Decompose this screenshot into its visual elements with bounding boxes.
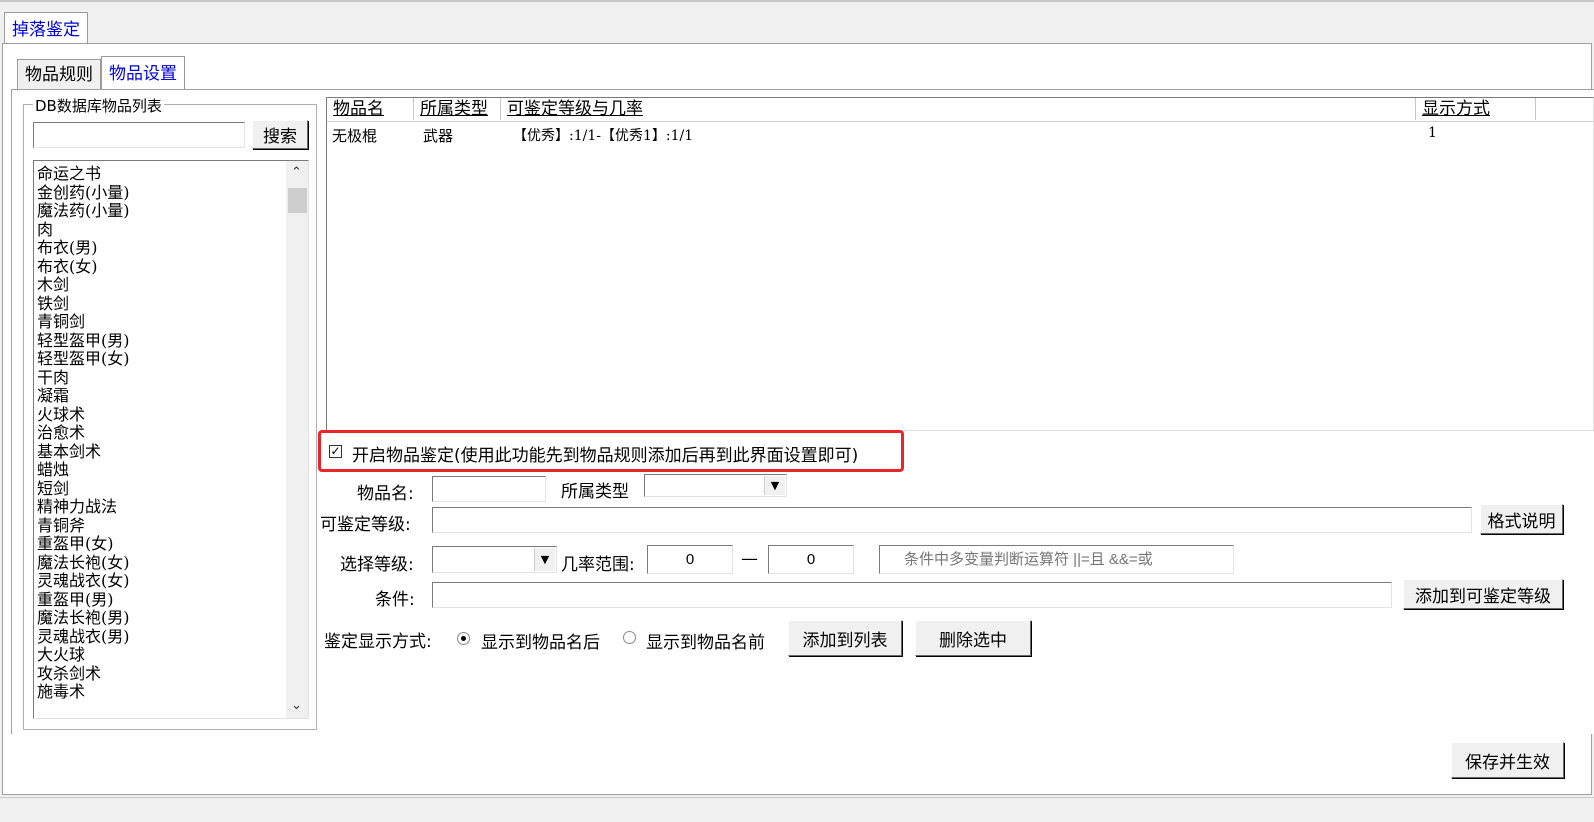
table-row[interactable]: 无极棍 武器 【优秀】:1/1-【优秀1】:1/1 1 (327, 124, 1593, 146)
list-item[interactable]: 布衣(女) (34, 257, 284, 277)
item-name-label: 物品名: (357, 484, 414, 504)
chevron-down-icon[interactable]: ▼ (764, 476, 785, 495)
list-item[interactable]: 基本剑术 (34, 442, 284, 462)
column-header-filler (1536, 98, 1593, 120)
column-header-levels[interactable]: 可鉴定等级与几率 (501, 98, 1416, 120)
row-item-levels: 【优秀】:1/1-【优秀1】:1/1 (513, 128, 694, 144)
scroll-down-icon[interactable]: ⌄ (286, 696, 307, 716)
item-search-input[interactable] (33, 122, 245, 148)
tab-item-settings[interactable]: 物品设置 (101, 56, 185, 90)
scroll-up-icon[interactable]: ⌃ (286, 163, 307, 183)
rate-range-label: 几率范围: (561, 555, 635, 575)
list-item[interactable]: 肉 (34, 220, 284, 240)
list-item[interactable]: 青铜剑 (34, 312, 284, 332)
row-item-type: 武器 (423, 127, 454, 145)
enable-identify-label[interactable]: 开启物品鉴定(使用此功能先到物品规则添加后再到此界面设置即可) (352, 441, 858, 466)
list-item[interactable]: 重盔甲(女) (34, 534, 284, 554)
list-item[interactable]: 精神力战法 (34, 497, 284, 517)
list-item[interactable]: 青铜斧 (34, 516, 284, 536)
column-header-display[interactable]: 显示方式 (1416, 98, 1536, 120)
list-item[interactable]: 凝霜 (34, 386, 284, 406)
list-item[interactable]: 布衣(男) (34, 238, 284, 258)
list-item[interactable]: 魔法长袍(女) (34, 553, 284, 573)
db-item-list-content: 命运之书 金创药(小量) 魔法药(小量) 肉布衣(男) 布衣(女) 木剑 铁剑 青铜剑 轻型盔甲… (34, 164, 284, 702)
rate-max-input[interactable] (768, 545, 854, 574)
db-item-list[interactable]: 命运之书 金创药(小量) 魔法药(小量) 肉布衣(男) 布衣(女) 木剑 铁剑 青铜剑 轻型盔甲… (33, 160, 309, 719)
select-level-dropdown[interactable]: ▼ (432, 546, 557, 573)
row-item-name: 无极棍 (332, 127, 378, 145)
list-item[interactable]: 短剑 (34, 479, 284, 499)
enable-identify-checkbox[interactable]: ✓ (329, 445, 342, 458)
select-level-label: 选择等级: (340, 555, 414, 575)
level-label: 可鉴定等级: (320, 515, 411, 535)
list-item[interactable]: 魔法长袍(男) (34, 608, 284, 628)
list-item[interactable]: 干肉 (34, 368, 284, 388)
list-item[interactable]: 轻型盔甲(女) (34, 349, 284, 369)
item-name-input[interactable] (432, 476, 546, 502)
list-item[interactable]: 轻型盔甲(男) (34, 331, 284, 351)
row-item-display: 1 (1428, 125, 1437, 141)
save-apply-button[interactable]: 保存并生效 (1451, 742, 1564, 778)
list-item[interactable]: 施毒术 (34, 682, 284, 702)
list-item[interactable]: 金创药(小量) (34, 183, 284, 203)
column-header-type[interactable]: 所属类型 (414, 98, 501, 120)
bottom-strip (0, 797, 1594, 822)
list-item[interactable]: 重盔甲(男) (34, 590, 284, 610)
rate-min-input[interactable] (647, 545, 733, 574)
list-item[interactable]: 攻杀剑术 (34, 664, 284, 684)
radio-before-name[interactable] (623, 631, 636, 644)
add-to-list-button[interactable]: 添加到列表 (788, 620, 902, 656)
level-input[interactable] (432, 507, 1472, 533)
column-header-item-name[interactable]: 物品名 (327, 98, 414, 120)
list-item[interactable]: 治愈术 (34, 423, 284, 443)
list-item[interactable]: 魔法药(小量) (34, 201, 284, 221)
list-item[interactable]: 大火球 (34, 645, 284, 665)
list-item[interactable]: 灵魂战衣(男) (34, 627, 284, 647)
list-item[interactable]: 命运之书 (34, 164, 284, 184)
db-item-group-legend: DB数据库物品列表 (33, 95, 164, 116)
list-item[interactable]: 蜡烛 (34, 460, 284, 480)
search-button[interactable]: 搜索 (252, 120, 308, 149)
add-to-levels-button[interactable]: 添加到可鉴定等级 (1403, 579, 1563, 609)
item-table[interactable]: 物品名 所属类型 可鉴定等级与几率 显示方式 无极棍 武器 【优秀】:1/1-【… (326, 97, 1594, 431)
condition-input[interactable] (432, 582, 1392, 608)
condition-hint-input[interactable] (879, 545, 1234, 574)
radio-after-name[interactable] (457, 632, 470, 645)
list-item[interactable]: 铁剑 (34, 294, 284, 314)
type-select[interactable]: ▼ (644, 474, 787, 497)
tab-drop-identify[interactable]: 掉落鉴定 (4, 12, 88, 44)
list-scrollbar[interactable]: ⌃ ⌄ (286, 161, 308, 718)
radio-after-label[interactable]: 显示到物品名后 (481, 628, 600, 653)
format-help-button[interactable]: 格式说明 (1480, 504, 1563, 534)
scroll-thumb[interactable] (288, 188, 307, 213)
top-border (0, 0, 1594, 2)
list-item[interactable]: 火球术 (34, 405, 284, 425)
chevron-down-icon[interactable]: ▼ (534, 548, 555, 571)
tab-item-rules[interactable]: 物品规则 (17, 59, 101, 89)
list-item[interactable]: 灵魂战衣(女) (34, 571, 284, 591)
display-mode-label: 鉴定显示方式: (324, 632, 432, 652)
radio-before-label[interactable]: 显示到物品名前 (646, 628, 765, 653)
delete-selected-button[interactable]: 删除选中 (915, 620, 1031, 656)
condition-label: 条件: (375, 590, 415, 610)
rate-dash: — (741, 549, 758, 569)
table-header: 物品名 所属类型 可鉴定等级与几率 显示方式 (327, 98, 1593, 122)
type-label: 所属类型 (561, 482, 629, 502)
list-item[interactable]: 木剑 (34, 275, 284, 295)
